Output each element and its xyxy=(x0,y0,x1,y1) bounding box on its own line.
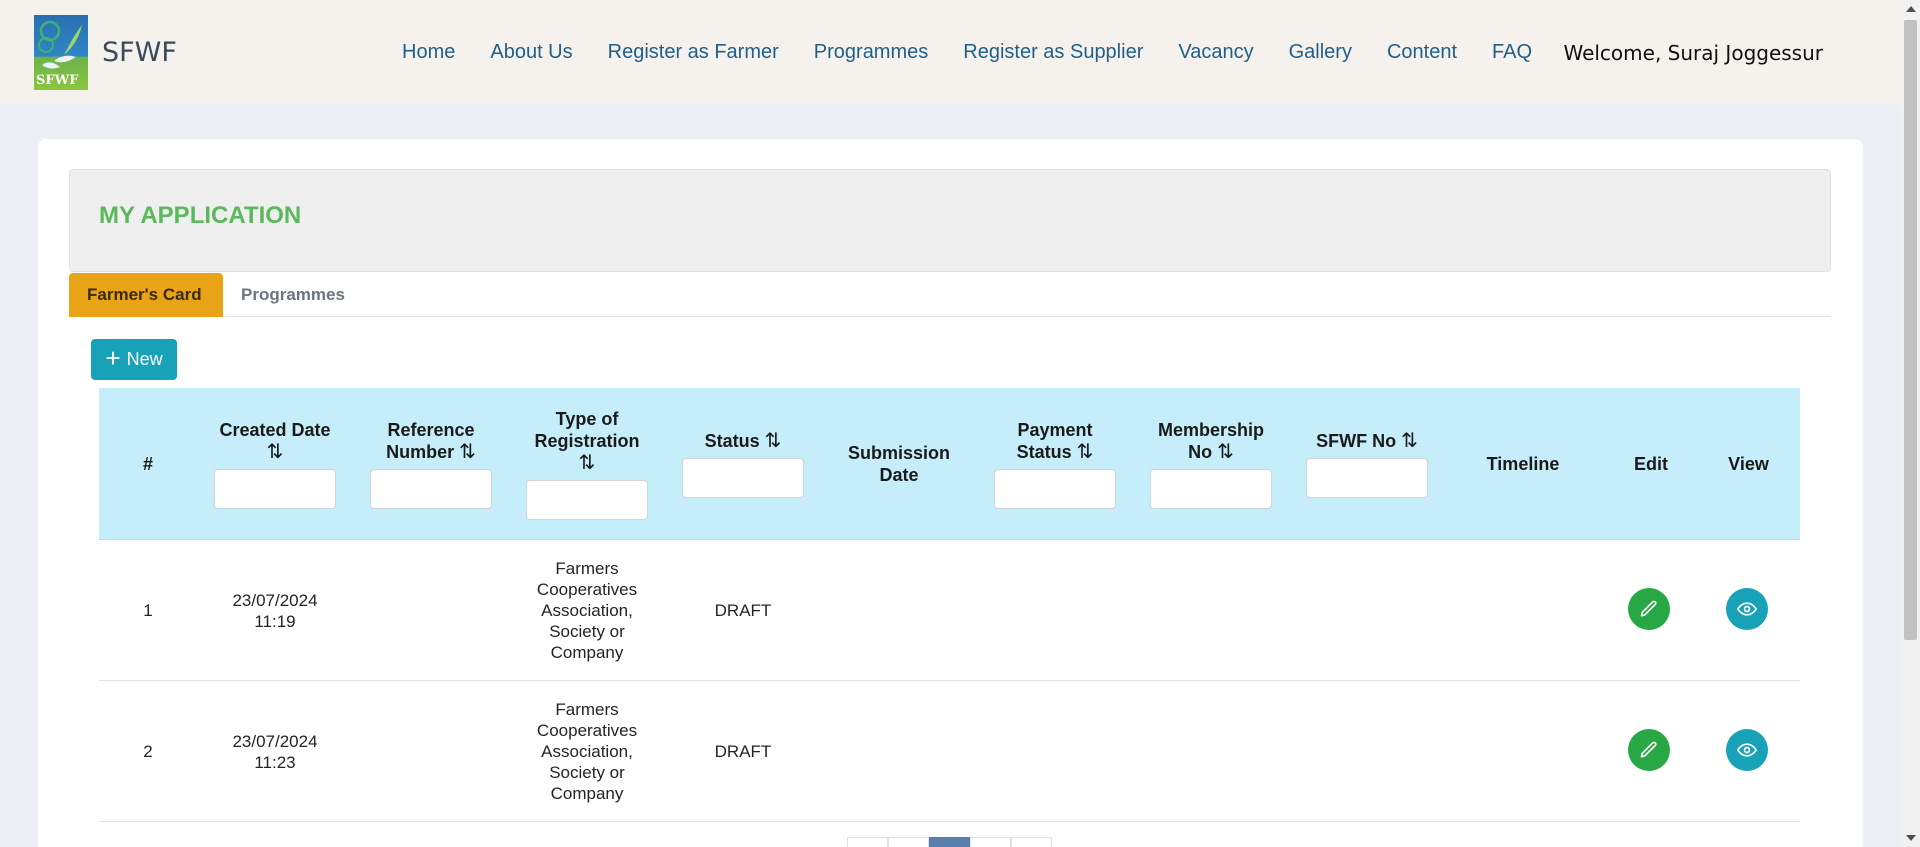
welcome-user[interactable]: Welcome, Suraj Joggessur xyxy=(1563,0,1823,105)
sort-icon[interactable]: ⇅ xyxy=(765,430,782,452)
nav-register-as-supplier[interactable]: Register as Supplier xyxy=(963,41,1143,64)
plus-icon: + xyxy=(105,343,121,373)
created-date: 23/07/2024 xyxy=(232,590,318,610)
nav-about-us[interactable]: About Us xyxy=(490,41,572,64)
header-label: Type of Registration xyxy=(534,409,640,451)
pagination-next[interactable] xyxy=(970,837,1011,847)
header-label: Created Date xyxy=(219,420,331,440)
row-edit-cell xyxy=(1601,681,1696,822)
header-payment-status: Payment Status ⇅ xyxy=(977,388,1133,540)
header-sfwf-no: SFWF No ⇅ xyxy=(1289,388,1445,540)
pencil-icon xyxy=(1640,741,1657,757)
created-time: 11:23 xyxy=(254,752,296,772)
sort-icon[interactable]: ⇅ xyxy=(459,441,476,463)
header-label: View xyxy=(1728,454,1769,474)
page-header: MY APPLICATION xyxy=(69,169,1831,272)
pagination-current[interactable] xyxy=(929,837,970,847)
view-button[interactable] xyxy=(1725,587,1768,630)
filter-payment-status-input[interactable] xyxy=(994,469,1116,509)
edit-button[interactable] xyxy=(1627,728,1670,771)
header-label: Status xyxy=(704,431,760,451)
row-status: DRAFT xyxy=(714,601,772,620)
row-edit-cell xyxy=(1601,540,1696,681)
row-created-date: 23/07/2024 11:23 xyxy=(197,681,353,822)
row-view-cell xyxy=(1699,681,1794,822)
nav-home[interactable]: Home xyxy=(402,41,455,64)
view-button[interactable] xyxy=(1725,728,1768,771)
nav-content[interactable]: Content xyxy=(1387,41,1457,64)
filter-membership-no-input[interactable] xyxy=(1150,469,1272,509)
pagination-last[interactable] xyxy=(1011,837,1052,847)
sort-icon[interactable]: ⇅ xyxy=(267,441,284,463)
pagination-first[interactable] xyxy=(847,837,888,847)
scroll-down-icon[interactable] xyxy=(1906,835,1916,841)
sort-icon[interactable]: ⇅ xyxy=(1217,441,1234,463)
tab-farmers-card[interactable]: Farmer's Card xyxy=(69,273,223,317)
row-number: 2 xyxy=(143,742,153,761)
row-type-of-registration: Farmers Cooperatives Association, Societ… xyxy=(536,559,638,662)
top-navbar: SFWF SFWF Home About Us Register as Farm… xyxy=(0,0,1901,105)
header-label: Timeline xyxy=(1486,454,1560,474)
row-type-of-registration: Farmers Cooperatives Association, Societ… xyxy=(536,700,638,803)
nav-faq[interactable]: FAQ xyxy=(1492,41,1532,64)
table-header: # Created Date ⇅ Reference Number ⇅ Type… xyxy=(99,388,1800,540)
header-timeline: Timeline xyxy=(1445,388,1601,540)
nav-links: Home About Us Register as Farmer Program… xyxy=(402,0,1567,105)
sort-icon[interactable]: ⇅ xyxy=(579,452,596,474)
sort-icon[interactable]: ⇅ xyxy=(1401,430,1418,452)
scroll-up-icon[interactable] xyxy=(1906,6,1916,12)
nav-programmes[interactable]: Programmes xyxy=(814,41,928,64)
header-type-of-registration: Type of Registration ⇅ xyxy=(509,388,665,540)
header-status: Status ⇅ xyxy=(665,388,821,540)
page-scrollbar[interactable] xyxy=(1901,0,1920,847)
row-number: 1 xyxy=(143,601,153,620)
header-label: SFWF No xyxy=(1316,431,1397,451)
new-button-label: New xyxy=(126,349,163,369)
sort-icon[interactable]: ⇅ xyxy=(1077,441,1094,463)
pagination-prev[interactable] xyxy=(888,837,929,847)
new-application-button[interactable]: + New xyxy=(91,339,177,380)
filter-sfwf-no-input[interactable] xyxy=(1306,458,1428,498)
header-view: View xyxy=(1701,388,1796,540)
brand[interactable]: SFWF SFWF xyxy=(34,15,177,90)
applications-table: # Created Date ⇅ Reference Number ⇅ Type… xyxy=(99,388,1800,822)
sfwf-logo: SFWF xyxy=(34,15,88,90)
scroll-thumb[interactable] xyxy=(1904,20,1917,640)
table-row: 2 23/07/2024 11:23 Farmers Cooperatives … xyxy=(99,681,1800,822)
nav-vacancy[interactable]: Vacancy xyxy=(1178,41,1253,64)
row-view-cell xyxy=(1699,540,1794,681)
table-row: 1 23/07/2024 11:19 Farmers Cooperatives … xyxy=(99,540,1800,681)
header-label: # xyxy=(142,454,153,474)
header-edit: Edit xyxy=(1601,388,1701,540)
filter-status-input[interactable] xyxy=(682,458,804,498)
header-label: Submission Date xyxy=(848,443,951,485)
header-created-date: Created Date ⇅ xyxy=(197,388,353,540)
header-number: # xyxy=(99,388,197,540)
header-membership-no: Membership No ⇅ xyxy=(1133,388,1289,540)
filter-type-of-registration-input[interactable] xyxy=(526,480,648,520)
pagination xyxy=(847,837,1052,847)
edit-button[interactable] xyxy=(1627,587,1670,630)
main-card: MY APPLICATION Farmer's Card Programmes … xyxy=(38,139,1863,847)
header-label: Membership No xyxy=(1157,420,1265,462)
nav-gallery[interactable]: Gallery xyxy=(1289,41,1352,64)
header-submission-date: Submission Date xyxy=(821,388,977,540)
header-label: Edit xyxy=(1634,454,1668,474)
created-date: 23/07/2024 xyxy=(232,731,318,751)
filter-reference-number-input[interactable] xyxy=(370,469,492,509)
filter-created-date-input[interactable] xyxy=(214,469,336,509)
tab-programmes[interactable]: Programmes xyxy=(223,273,363,317)
row-status: DRAFT xyxy=(714,742,772,761)
created-time: 11:19 xyxy=(254,611,296,631)
eye-icon xyxy=(1736,742,1757,757)
header-reference-number: Reference Number ⇅ xyxy=(353,388,509,540)
nav-register-as-farmer[interactable]: Register as Farmer xyxy=(608,41,779,64)
eye-icon xyxy=(1736,601,1757,616)
brand-name: SFWF xyxy=(102,37,177,68)
pencil-icon xyxy=(1640,600,1657,616)
application-tabs: Farmer's Card Programmes xyxy=(69,273,1831,317)
page-title: MY APPLICATION xyxy=(99,202,302,229)
row-created-date: 23/07/2024 11:19 xyxy=(197,540,353,681)
logo-text: SFWF xyxy=(36,73,79,88)
